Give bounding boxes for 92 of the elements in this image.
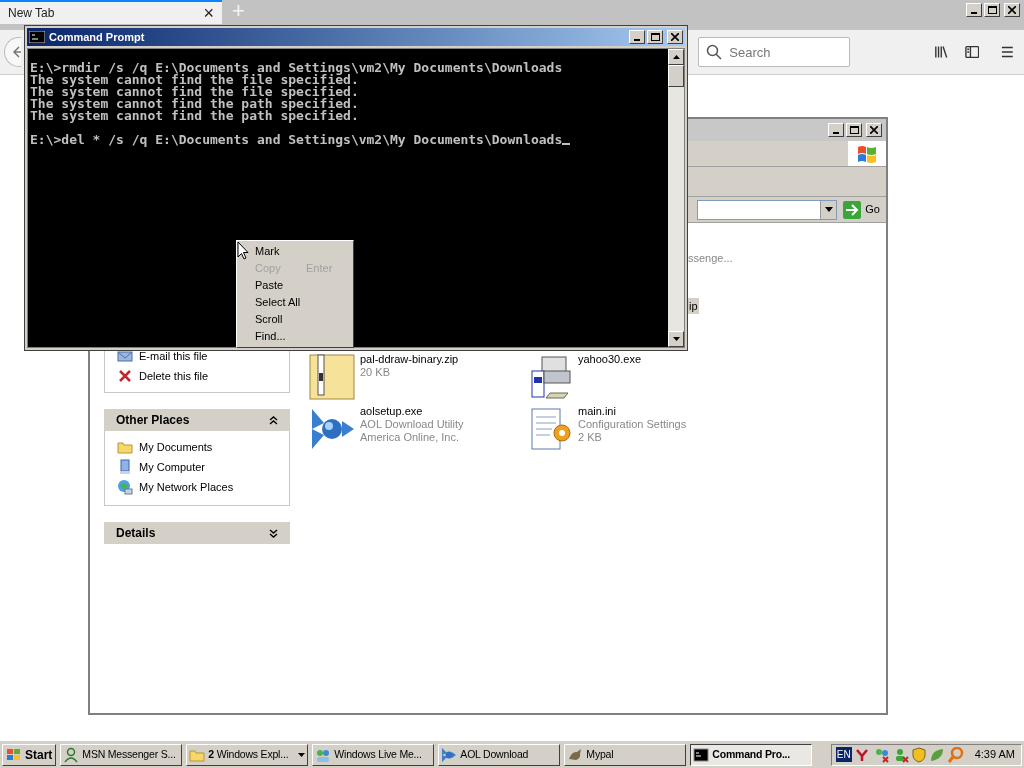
caret-icon [298, 752, 306, 757]
task-link[interactable]: E-mail this file [139, 347, 208, 365]
windows-flag-icon [856, 143, 878, 164]
close-button[interactable] [667, 30, 683, 44]
expand-chevron-icon[interactable] [269, 528, 278, 538]
maximize-button[interactable] [984, 3, 1000, 17]
panel-header[interactable]: Details [104, 522, 290, 544]
file-name[interactable]: aolsetup.exe [360, 405, 464, 418]
search-field[interactable]: Search [698, 37, 851, 67]
close-icon [671, 33, 679, 41]
back-button[interactable] [4, 37, 22, 67]
panel-header[interactable]: Other Places [104, 409, 290, 431]
console-line: E:\>rmdir /s /q E:\Documents and Settings\vm2\My Documents\Downloads [30, 62, 564, 74]
task-link[interactable]: Delete this file [139, 367, 209, 385]
taskbar-button[interactable]: Command Pro... [690, 743, 813, 766]
maximize-button[interactable] [647, 30, 663, 44]
animal-icon [567, 746, 584, 763]
taskbar-button[interactable]: AOL Download [438, 743, 561, 766]
up-arrow-icon [672, 55, 680, 59]
maximize-button[interactable] [846, 123, 862, 137]
minimize-button[interactable] [828, 123, 844, 137]
person-icon [63, 746, 80, 763]
scrollbar[interactable] [668, 49, 684, 347]
console-line: E:\>del * /s /q E:\Documents and Settings\vm2\My Documents\Downloads [30, 134, 563, 146]
language-indicator[interactable]: EN [835, 747, 852, 762]
console-line: The system cannot find the file specified. [30, 74, 359, 86]
back-arrow-icon [11, 45, 22, 59]
place-link[interactable]: My Computer [139, 458, 206, 476]
menu-item[interactable]: Paste [237, 277, 353, 294]
dropdown-button[interactable] [820, 200, 837, 219]
tab-title: New Tab [8, 5, 55, 22]
console-line: The system cannot find the file specified. [30, 86, 360, 98]
taskbar-button[interactable]: MSN Messenger S... [60, 743, 183, 766]
computer-icon [117, 459, 133, 475]
console-icon [693, 746, 710, 763]
windows-flag-icon [6, 747, 22, 762]
triangle-logo-icon [441, 746, 458, 763]
globe-icon [117, 479, 133, 495]
file-detail: Configuration Settings [578, 418, 687, 431]
panel-title: Other Places [116, 412, 190, 429]
envelope-icon [117, 348, 133, 364]
file-label[interactable]: ip [688, 298, 699, 314]
taskbar-button[interactable]: Windows Live Me... [312, 743, 435, 766]
browser-tab[interactable]: New Tab × [0, 0, 222, 24]
menu-item[interactable]: Find... [237, 328, 353, 345]
scroll-up-button[interactable] [668, 49, 684, 65]
panel-title: Details [116, 525, 156, 542]
caret-icon [824, 207, 833, 212]
clock: 4:39 AM [974, 747, 1015, 763]
search-icon [706, 44, 723, 60]
menu-icon[interactable] [1001, 45, 1014, 59]
close-button[interactable] [1004, 3, 1020, 17]
file-detail: America Online, Inc. [360, 431, 461, 444]
folder-icon [117, 439, 133, 455]
file-name[interactable]: yahoo30.exe [578, 353, 641, 366]
go-button[interactable]: Go [841, 198, 882, 221]
people-icon[interactable] [873, 746, 890, 763]
close-icon [1008, 6, 1016, 14]
library-icon[interactable] [934, 44, 949, 60]
close-button[interactable] [866, 123, 882, 137]
start-button[interactable]: Start [2, 743, 57, 766]
text-cursor [562, 143, 571, 145]
scroll-thumb[interactable] [668, 65, 684, 87]
close-icon [870, 126, 878, 134]
minimize-button[interactable] [629, 30, 645, 44]
file-detail: AOL Download Utility [360, 418, 464, 431]
menu-item[interactable]: Scroll [237, 311, 353, 328]
shield-icon[interactable] [911, 746, 926, 763]
zip-file-icon [308, 353, 356, 401]
place-link[interactable]: My Documents [139, 438, 213, 456]
scroll-down-button[interactable] [668, 331, 684, 347]
taskbar-button[interactable]: 2 Windows Expl... [186, 743, 309, 766]
file-detail: 2 KB [578, 431, 603, 444]
window-title: Command Prompt [49, 29, 145, 45]
collapse-chevron-icon[interactable] [269, 415, 278, 425]
menu-item[interactable]: Select All [237, 294, 353, 311]
file-name[interactable]: main.ini [578, 405, 687, 418]
console-line: The system cannot find the path specified. [30, 110, 360, 122]
place-link[interactable]: My Network Places [139, 478, 234, 496]
arrow-icon [843, 200, 862, 219]
address-field[interactable] [697, 199, 838, 220]
file-detail: 20 KB [360, 366, 391, 379]
file-label[interactable]: ssenge... [688, 252, 733, 264]
down-arrow-icon [672, 337, 680, 341]
console-line: The system cannot find the path specified. [30, 98, 360, 110]
console-icon [29, 31, 45, 43]
minimize-button[interactable] [966, 3, 982, 17]
file-name[interactable]: pal-ddraw-binary.zip [360, 353, 459, 366]
taskbar-button[interactable]: Mypal [564, 743, 687, 766]
tab-close-button[interactable]: × [203, 4, 214, 22]
sidebar-icon[interactable] [964, 44, 980, 60]
delete-icon [117, 368, 133, 384]
